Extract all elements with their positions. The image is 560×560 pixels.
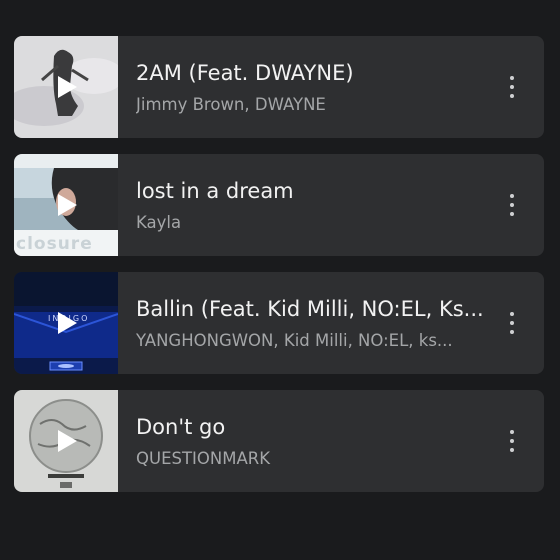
track-item[interactable]: INDIGO Ballin (Feat. Kid Milli, NO:EL, K… xyxy=(14,272,544,374)
track-list: 2AM (Feat. DWAYNE) Jimmy Brown, DWAYNE c… xyxy=(14,36,544,508)
track-title: Ballin (Feat. Kid Milli, NO:EL, Ks... xyxy=(136,297,484,321)
more-vert-icon[interactable] xyxy=(498,190,526,220)
more-vert-icon[interactable] xyxy=(498,426,526,456)
track-artist: Kayla xyxy=(136,213,182,232)
track-meta: Ballin (Feat. Kid Milli, NO:EL, Ks... YA… xyxy=(136,296,488,352)
more-vert-icon[interactable] xyxy=(498,308,526,338)
track-item[interactable]: closure lost in a dream Kayla xyxy=(14,154,544,256)
album-art[interactable] xyxy=(14,36,118,138)
play-icon[interactable] xyxy=(56,75,78,99)
track-title: lost in a dream xyxy=(136,179,294,203)
play-icon[interactable] xyxy=(56,311,78,335)
track-artist: QUESTIONMARK xyxy=(136,449,271,468)
more-vert-icon[interactable] xyxy=(498,72,526,102)
play-icon[interactable] xyxy=(56,429,78,453)
album-art-text: closure xyxy=(16,234,93,254)
track-artist: Jimmy Brown, DWAYNE xyxy=(136,95,326,114)
track-meta: lost in a dream Kayla xyxy=(136,178,488,234)
track-item[interactable]: 2AM (Feat. DWAYNE) Jimmy Brown, DWAYNE xyxy=(14,36,544,138)
track-meta: 2AM (Feat. DWAYNE) Jimmy Brown, DWAYNE xyxy=(136,60,488,116)
track-title: Don't go xyxy=(136,415,226,439)
track-meta: Don't go QUESTIONMARK xyxy=(136,414,488,470)
track-item[interactable]: Don't go QUESTIONMARK xyxy=(14,390,544,492)
album-art[interactable]: INDIGO xyxy=(14,272,118,374)
album-art[interactable] xyxy=(14,390,118,492)
track-title: 2AM (Feat. DWAYNE) xyxy=(136,61,354,85)
track-artist: YANGHONGWON, Kid Milli, NO:EL, ks... xyxy=(136,331,453,350)
album-art[interactable]: closure xyxy=(14,154,118,256)
play-icon[interactable] xyxy=(56,193,78,217)
